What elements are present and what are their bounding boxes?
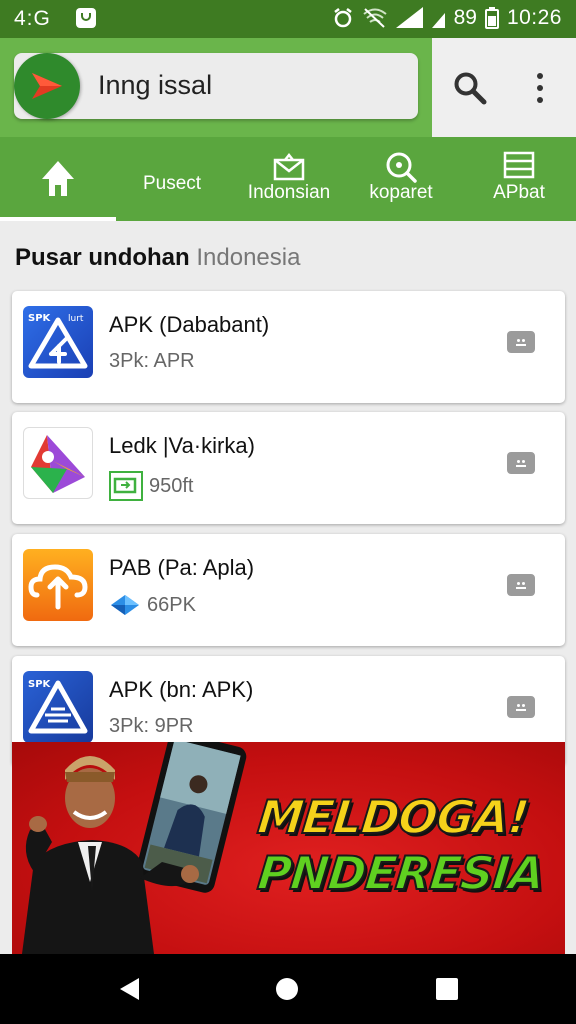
app-list-item[interactable]: Ledk |Va·kirka) 950ft [12, 412, 565, 524]
system-nav-bar [0, 954, 576, 1024]
app-name: APK (bn: APK) [109, 677, 254, 702]
tab-label: Indonsian [247, 182, 331, 203]
mail-icon [273, 153, 305, 181]
app-name: PAB (Pa: Apla) [109, 555, 255, 580]
svg-text:lurt: lurt [68, 314, 84, 324]
signal-icon-2 [431, 13, 445, 28]
tab-label: koparet [369, 182, 433, 203]
download-button[interactable] [507, 452, 535, 474]
green-badge-icon [109, 471, 143, 501]
tab-apbat[interactable]: APbat [462, 137, 576, 221]
app-list-item[interactable]: PAB (Pa: Apla) 66PK [12, 534, 565, 646]
search-bar[interactable]: Inng issal [14, 53, 418, 119]
banner-subheadline: PNDERESIA [254, 845, 547, 901]
tab-pusect[interactable]: Pusect [116, 137, 228, 221]
home-icon [42, 161, 74, 196]
more-vert-icon [537, 73, 543, 103]
search-input[interactable]: Inng issal [98, 70, 212, 101]
clock: 10:26 [506, 6, 562, 29]
signal-icon [395, 7, 423, 28]
app-subtitle-text: 950ft [149, 474, 194, 497]
tab-label: Pusect [142, 173, 202, 194]
tab-indonsian[interactable]: Indonsian [230, 137, 348, 221]
tab-label: APbat [493, 182, 545, 203]
recent-apps-icon[interactable] [434, 976, 460, 1002]
app-name: Ledk |Va·kirka) [109, 433, 255, 458]
promoter-with-phone-image [22, 742, 247, 954]
app-subtitle: 66PK [109, 593, 196, 617]
back-icon[interactable] [117, 976, 143, 1002]
app-subtitle: 3Pk: APR [109, 350, 195, 373]
status-bar: 4:G 89 10:26 [0, 0, 576, 38]
app-list-item[interactable]: SPK lurt APK (Dababant) 3Pk: APR [12, 291, 565, 403]
download-button[interactable] [507, 574, 535, 596]
battery-level: 89 [453, 6, 477, 29]
search-circle-icon [386, 152, 417, 183]
home-circle-icon[interactable] [274, 976, 300, 1002]
apk-triangle-icon: SPK lurt [23, 306, 93, 378]
app-header: Inng issal [0, 38, 576, 137]
section-heading: Pusar undohan Indonesia [15, 244, 300, 272]
svg-text:SPK: SPK [28, 679, 52, 690]
app-name: APK (Dababant) [109, 312, 270, 337]
battery-icon [484, 7, 499, 29]
wifi-off-icon [362, 8, 387, 28]
more-options-button[interactable] [518, 66, 562, 110]
svg-text:SPK: SPK [28, 313, 52, 324]
active-tab-indicator [0, 217, 116, 221]
tab-koparet[interactable]: koparet [348, 137, 454, 221]
tab-bar: Pusect Indonsian koparet APbat [0, 137, 576, 221]
notification-icon [76, 8, 96, 28]
section-title: Pusar undohan [15, 244, 190, 271]
app-subtitle-text: 3Pk: 9PR [109, 715, 194, 737]
app-subtitle: 3Pk: 9PR [109, 715, 193, 738]
play-arrow-logo-icon [32, 73, 62, 99]
banner-headline: MELDOGA! [254, 789, 532, 845]
app-logo [14, 53, 80, 119]
blue-diamond-icon [111, 595, 139, 615]
search-button[interactable] [448, 66, 492, 110]
list-icon [503, 151, 535, 179]
download-button[interactable] [507, 331, 535, 353]
alarm-icon [333, 8, 352, 28]
status-icons: 89 10:26 [332, 6, 562, 30]
apk-document-icon: SPK [23, 671, 93, 743]
colorful-triangle-icon [23, 427, 93, 499]
app-subtitle-text: 3Pk: APR [109, 350, 195, 372]
search-icon [454, 72, 487, 105]
tab-home[interactable] [0, 137, 116, 221]
orange-cloud-icon [23, 549, 93, 621]
network-indicator: 4:G [14, 7, 51, 30]
header-actions [432, 38, 576, 137]
section-region: Indonesia [196, 244, 301, 271]
promo-banner[interactable]: MELDOGA! PNDERESIA [12, 742, 565, 954]
download-button[interactable] [507, 696, 535, 718]
app-subtitle: 950ft [109, 471, 193, 501]
app-subtitle-text: 66PK [147, 593, 196, 616]
